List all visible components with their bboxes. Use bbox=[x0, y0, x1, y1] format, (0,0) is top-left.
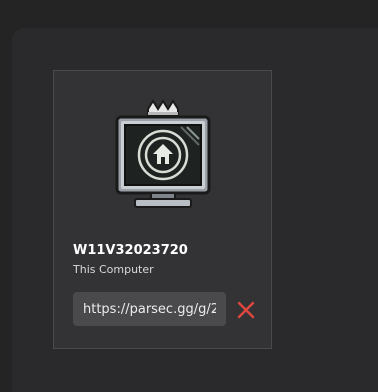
share-link-field[interactable] bbox=[73, 292, 226, 326]
app-window: W11V32023720 This Computer bbox=[0, 0, 378, 392]
host-card: W11V32023720 This Computer bbox=[53, 70, 272, 349]
crown-icon bbox=[147, 99, 179, 116]
host-name: W11V32023720 bbox=[73, 243, 188, 258]
close-x-icon[interactable] bbox=[236, 300, 256, 320]
crowned-monitor-home-icon bbox=[115, 99, 211, 208]
host-label: This Computer bbox=[73, 263, 154, 276]
